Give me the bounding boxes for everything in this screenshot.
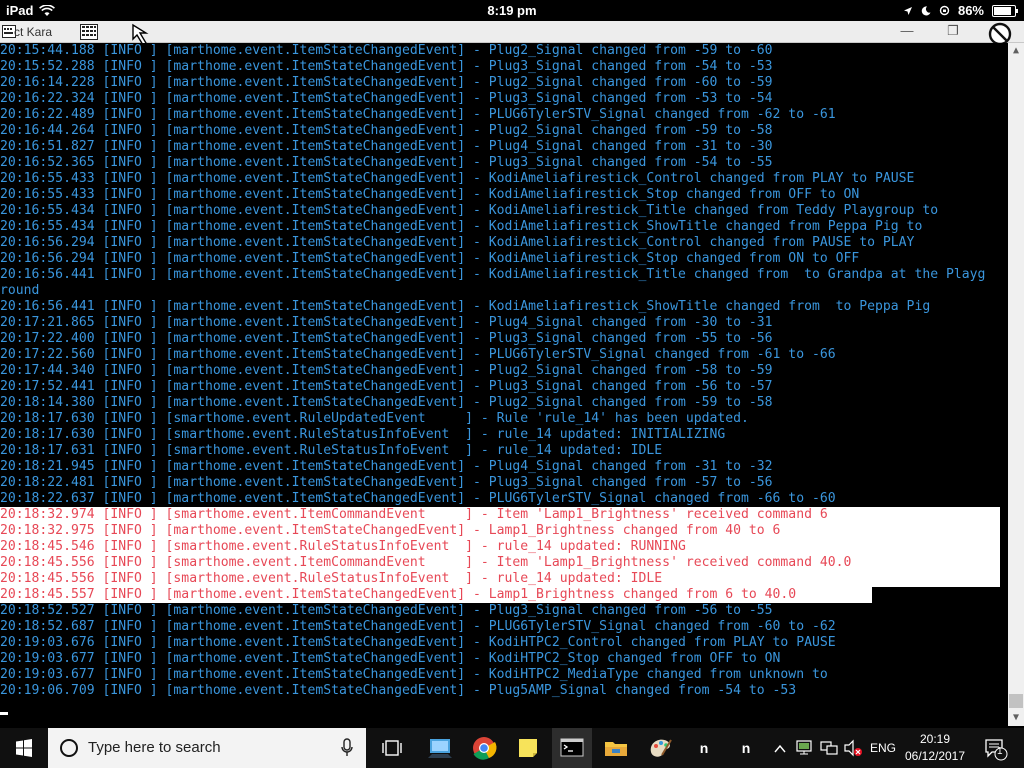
console-line: 20:16:56.294 [INFO ] [marthome.event.Ite… — [0, 251, 860, 266]
microphone-icon[interactable] — [340, 738, 354, 758]
console-line: 20:19:03.676 [INFO ] [marthome.event.Ite… — [0, 635, 836, 650]
text-cursor — [0, 712, 8, 715]
console-line: 20:16:55.433 [INFO ] [marthome.event.Ite… — [0, 187, 860, 202]
notification-icon — [985, 739, 1008, 761]
input-language[interactable]: ENG — [870, 728, 896, 768]
console-line: 20:18:45.556 [INFO ] [smarthome.event.Ru… — [0, 571, 663, 586]
clock-time: 20:19 — [919, 732, 951, 746]
console-line: 20:16:56.441 [INFO ] [marthome.event.Ite… — [0, 299, 931, 314]
console-line: 20:16:56.441 [INFO ] [marthome.event.Ite… — [0, 267, 986, 282]
console-line: 20:18:45.556 [INFO ] [smarthome.event.It… — [0, 555, 852, 570]
search-placeholder: Type here to search — [88, 739, 221, 756]
console-line: 20:19:06.709 [INFO ] [marthome.event.Ite… — [0, 683, 797, 698]
console-line: 20:18:52.527 [INFO ] [marthome.event.Ite… — [0, 603, 773, 618]
console-line: 20:18:45.557 [INFO ] [marthome.event.Ite… — [0, 587, 797, 602]
console-line: 20:18:17.630 [INFO ] [smarthome.event.Ru… — [0, 427, 726, 442]
ipad-clock: 8:19 pm — [487, 3, 537, 18]
chrome-icon[interactable] — [464, 728, 504, 768]
console-line: 20:18:45.546 [INFO ] [smarthome.event.Ru… — [0, 539, 686, 554]
location-arrow-icon — [903, 6, 912, 15]
window-title-bar[interactable]: ct Kara — ❐ — [0, 21, 1024, 46]
network-icon[interactable] — [818, 728, 840, 768]
show-hidden-icons-chevron-icon[interactable] — [772, 728, 788, 768]
console-line: 20:17:52.441 [INFO ] [marthome.event.Ite… — [0, 379, 773, 394]
restore-button[interactable]: ❐ — [930, 21, 976, 42]
ipad-status-bar: iPad 8:19 pm 86% — [0, 0, 1024, 21]
command-prompt-icon[interactable] — [552, 728, 592, 768]
console-line: 20:16:44.264 [INFO ] [marthome.event.Ite… — [0, 123, 773, 138]
console-line: 20:16:56.294 [INFO ] [marthome.event.Ite… — [0, 235, 915, 250]
console-line: 20:15:44.188 [INFO ] [marthome.event.Ite… — [0, 43, 773, 58]
scroll-thumb[interactable] — [1009, 694, 1023, 708]
remote-desktop-icon[interactable] — [420, 728, 460, 768]
file-explorer-icon[interactable] — [596, 728, 636, 768]
console-line: 20:18:22.481 [INFO ] [marthome.event.Ite… — [0, 475, 773, 490]
console-line: 20:18:22.637 [INFO ] [marthome.event.Ite… — [0, 491, 836, 506]
console-line: 20:17:22.400 [INFO ] [marthome.event.Ite… — [0, 331, 773, 346]
console-line: 20:19:03.677 [INFO ] [marthome.event.Ite… — [0, 651, 781, 666]
window-title: ct Kara — [14, 25, 53, 39]
console-line: 20:17:21.865 [INFO ] [marthome.event.Ite… — [0, 315, 773, 330]
sticky-notes-icon[interactable] — [508, 728, 548, 768]
keypad-icon[interactable] — [80, 24, 98, 40]
pinned-app-n1-icon[interactable]: n — [684, 728, 724, 768]
taskbar-search-box[interactable]: Type here to search — [48, 728, 366, 768]
console-line: 20:16:52.365 [INFO ] [marthome.event.Ite… — [0, 155, 773, 170]
network-monitor-icon[interactable] — [794, 728, 814, 768]
console-line: 20:16:55.434 [INFO ] [marthome.event.Ite… — [0, 219, 923, 234]
console-output[interactable]: 20:15:44.188 [INFO ] [marthome.event.Ite… — [0, 43, 1008, 726]
console-line: 20:18:21.945 [INFO ] [marthome.event.Ite… — [0, 459, 773, 474]
action-center-button[interactable]: 1 — [982, 728, 1008, 768]
moon-icon — [921, 5, 931, 15]
console-line: 20:18:32.974 [INFO ] [smarthome.event.It… — [0, 507, 828, 522]
console-line: 20:16:22.489 [INFO ] [marthome.event.Ite… — [0, 107, 836, 122]
console-line: 20:16:55.434 [INFO ] [marthome.event.Ite… — [0, 203, 939, 218]
console-line: 20:18:17.630 [INFO ] [smarthome.event.Ru… — [0, 411, 749, 426]
console-line: 20:16:22.324 [INFO ] [marthome.event.Ite… — [0, 91, 773, 106]
console-line: 20:16:14.228 [INFO ] [marthome.event.Ite… — [0, 75, 773, 90]
minimize-button[interactable]: — — [884, 21, 930, 42]
scroll-down-icon[interactable]: ▼ — [1008, 710, 1024, 726]
battery-icon — [992, 4, 1018, 17]
console-line: 20:18:14.380 [INFO ] [marthome.event.Ite… — [0, 395, 773, 410]
console-line: 20:18:32.975 [INFO ] [marthome.event.Ite… — [0, 523, 781, 538]
volume-muted-icon[interactable] — [842, 728, 864, 768]
console-line: 20:15:52.288 [INFO ] [marthome.event.Ite… — [0, 59, 773, 74]
console-line: round — [0, 283, 40, 298]
notification-count: 1 — [997, 746, 1003, 757]
console-line: 20:16:55.433 [INFO ] [marthome.event.Ite… — [0, 171, 915, 186]
start-button[interactable] — [0, 728, 48, 768]
pinned-app-n2-icon[interactable]: n — [726, 728, 766, 768]
clock-date: 06/12/2017 — [904, 749, 966, 763]
battery-fill — [994, 6, 1012, 15]
paint-icon[interactable] — [640, 728, 680, 768]
taskbar-clock[interactable]: 20:19 06/12/2017 — [897, 731, 973, 765]
cortana-icon — [60, 739, 78, 757]
rotation-lock-icon — [939, 5, 950, 16]
console-scrollbar[interactable]: ▲ ▼ — [1008, 43, 1024, 726]
console-line: 20:17:44.340 [INFO ] [marthome.event.Ite… — [0, 363, 773, 378]
scroll-up-icon[interactable]: ▲ — [1008, 43, 1024, 59]
windows-taskbar: Type here to search n n ENG 20:19 06/12/… — [0, 728, 1024, 768]
console-line: 20:18:17.631 [INFO ] [smarthome.event.Ru… — [0, 443, 663, 458]
console-line: 20:16:51.827 [INFO ] [marthome.event.Ite… — [0, 139, 773, 154]
console-line: 20:18:52.687 [INFO ] [marthome.event.Ite… — [0, 619, 836, 634]
console-line: 20:19:03.677 [INFO ] [marthome.event.Ite… — [0, 667, 828, 682]
console-line: 20:17:22.560 [INFO ] [marthome.event.Ite… — [0, 347, 836, 362]
battery-percent: 86% — [957, 3, 984, 18]
task-view-icon[interactable] — [372, 728, 412, 768]
